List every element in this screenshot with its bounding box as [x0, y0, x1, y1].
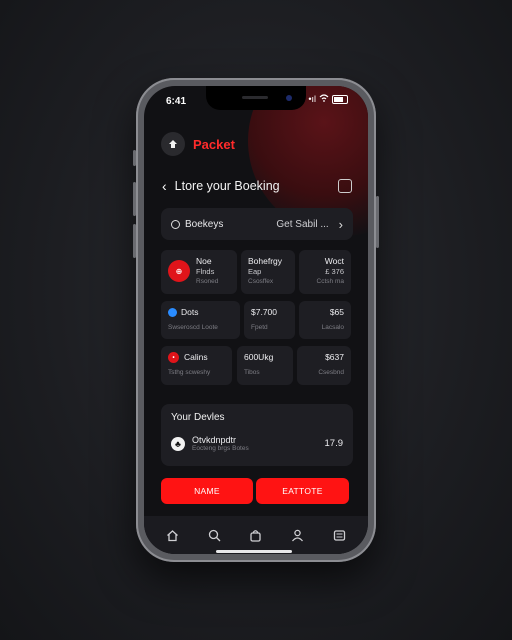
card-meta: Swseroscd Loote	[168, 324, 218, 331]
card-title: Noe	[196, 256, 212, 266]
blue-dot-icon	[168, 308, 177, 317]
card-meta: Fpetd	[251, 324, 268, 331]
booking-card-1[interactable]: ⊕ Noe Flnds Rsoned	[161, 250, 237, 294]
card-meta: Csesbnd	[318, 369, 344, 376]
battery-icon	[332, 94, 348, 104]
device-sub: Eocteng brgs Botes	[192, 445, 249, 452]
red-dot-icon: •	[168, 352, 179, 363]
home-icon[interactable]	[166, 528, 180, 542]
power-button	[376, 196, 379, 248]
card-title: 600Ukg	[244, 352, 274, 362]
card-title: $65	[329, 307, 344, 317]
card-meta: Csosffex	[248, 278, 274, 285]
card-title: Dots	[181, 307, 199, 317]
page-title: Ltore your Boeking	[174, 179, 280, 193]
profile-icon[interactable]	[291, 528, 305, 542]
device-item[interactable]: ♣ Otvkdnpdtr Eocteng brgs Botes 17.9	[171, 435, 343, 452]
card-title: $7.700	[251, 307, 277, 317]
chat-icon[interactable]	[338, 179, 352, 193]
wifi-icon	[319, 94, 329, 104]
booking-card-8[interactable]: 600Ukg Tibos	[237, 346, 293, 385]
booking-card-3[interactable]: Woct £ 376 Cctsh ma	[299, 250, 351, 294]
devices-panel: Your Devles ♣ Otvkdnpdtr Eocteng brgs Bo…	[161, 404, 353, 466]
camera-icon	[286, 95, 292, 101]
booking-card-9[interactable]: $637 Csesbnd	[297, 346, 351, 385]
status-icons: •ıl	[308, 94, 348, 104]
booking-card-4[interactable]: Dots Swseroscd Loote	[161, 301, 240, 339]
card-meta: Rsoned	[196, 278, 219, 285]
card-title: $637	[325, 352, 344, 362]
search-bar[interactable]: Boekeys Get Sabil ... ›	[161, 208, 353, 240]
card-sub: Eap	[248, 267, 262, 276]
card-title: Woct	[324, 256, 344, 266]
card-sub: £ 376	[325, 267, 344, 276]
card-sub: Flnds	[196, 267, 215, 276]
status-time: 6:41	[166, 96, 187, 107]
booking-card-7[interactable]: • Calins Tsthg scweshy	[161, 346, 232, 385]
search-label: Boekeys	[185, 218, 224, 230]
phone-frame: 6:41 •ıl Packet ‹ Ltore your Boeking Boe…	[133, 78, 379, 562]
device-icon: ♣	[171, 436, 185, 451]
eattote-button[interactable]: EATTOTE	[256, 478, 349, 504]
card-meta: Cctsh ma	[316, 278, 344, 285]
booking-card-2[interactable]: Bohefrgy Eap Csosffex	[241, 250, 295, 294]
back-arrow-icon[interactable]: ‹	[162, 178, 167, 194]
card-meta: Lacsalo	[321, 324, 344, 331]
app-logo-icon[interactable]	[161, 132, 185, 156]
name-button[interactable]: NAME	[161, 478, 253, 504]
chevron-right-icon[interactable]: ›	[339, 217, 343, 232]
volume-down-button	[133, 224, 136, 258]
search-filter-text: Get Sabil ...	[276, 218, 329, 230]
phone-screen: 6:41 •ıl Packet ‹ Ltore your Boeking Boe…	[144, 86, 368, 554]
card-title: Bohefrgy	[248, 256, 283, 266]
home-indicator[interactable]	[216, 550, 292, 553]
red-badge-icon: ⊕	[168, 260, 190, 282]
signal-icon: •ıl	[308, 94, 316, 104]
devices-title: Your Devles	[171, 412, 225, 423]
device-value: 17.9	[324, 438, 344, 449]
device-name: Otvkdnpdtr	[192, 435, 237, 445]
bag-icon[interactable]	[249, 528, 263, 542]
notch	[206, 86, 306, 110]
card-title: Calins	[184, 352, 208, 362]
card-meta: Tsthg scweshy	[168, 369, 211, 376]
mute-switch	[133, 150, 136, 166]
search-icon	[171, 219, 180, 229]
booking-card-5[interactable]: $7.700 Fpetd	[244, 301, 295, 339]
brand-name: Packet	[193, 136, 235, 152]
card-meta: Tibos	[244, 369, 260, 376]
volume-up-button	[133, 182, 136, 216]
menu-icon[interactable]	[332, 528, 346, 542]
brand: Packet	[161, 132, 235, 156]
speaker	[242, 96, 268, 99]
page-header: ‹ Ltore your Boeking	[162, 178, 352, 194]
tab-bar	[144, 516, 368, 554]
booking-card-6[interactable]: $65 Lacsalo	[299, 301, 351, 339]
search-icon[interactable]	[207, 528, 221, 542]
